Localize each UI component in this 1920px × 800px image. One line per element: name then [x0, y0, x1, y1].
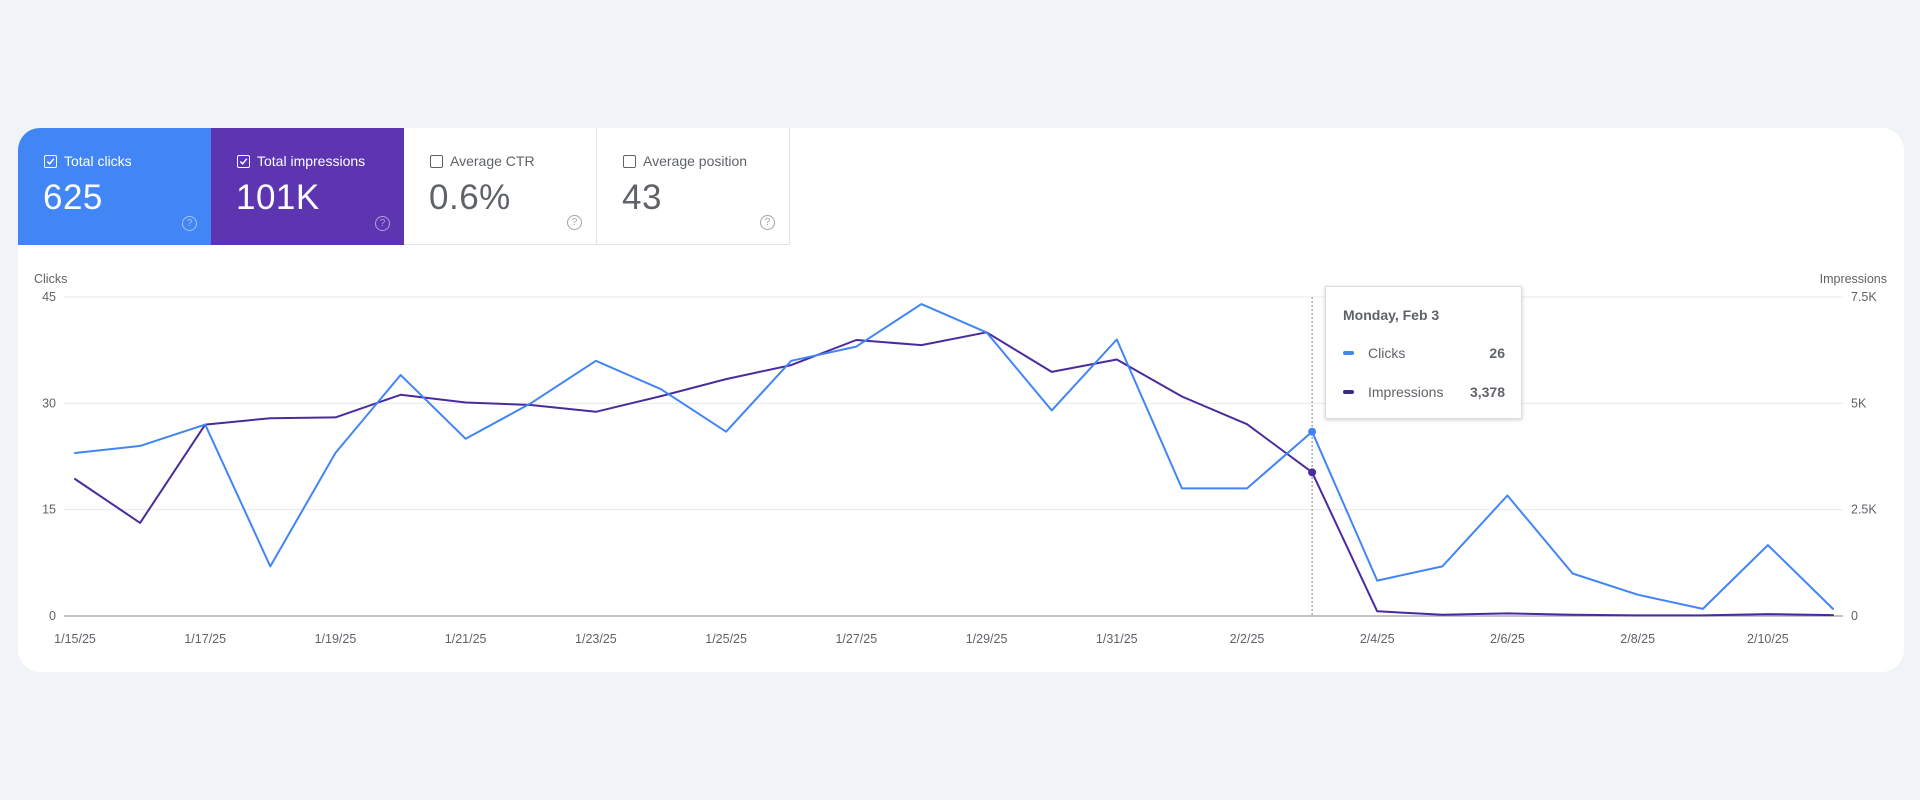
- x-tick-label: 1/31/25: [1096, 632, 1138, 646]
- y-axis-left: 0 15 30 45: [42, 290, 56, 623]
- x-tick-label: 2/8/25: [1620, 632, 1655, 646]
- x-tick-label: 2/2/25: [1230, 632, 1265, 646]
- tooltip-row-clicks: Clicks 26: [1343, 344, 1505, 362]
- tooltip-series-value: 3,378: [1469, 384, 1505, 400]
- hover-point-impressions: [1308, 468, 1317, 477]
- x-tick-label: 1/21/25: [445, 632, 487, 646]
- x-tick-label: 1/29/25: [966, 632, 1008, 646]
- tooltip-series-name: Clicks: [1368, 345, 1406, 361]
- x-tick-label: 1/19/25: [315, 632, 357, 646]
- tooltip-series-name: Impressions: [1368, 384, 1444, 400]
- x-tick-label: 1/27/25: [835, 632, 877, 646]
- x-tick-label: 1/23/25: [575, 632, 617, 646]
- x-tick-label: 1/17/25: [184, 632, 226, 646]
- y-tick-label-left: 15: [42, 503, 56, 517]
- tooltip-date: Monday, Feb 3: [1343, 307, 1440, 323]
- y-tick-label-left: 0: [49, 609, 56, 623]
- y-tick-label-left: 30: [42, 396, 56, 410]
- y-axis-right-title: Impressions: [1820, 272, 1887, 286]
- series-line-clicks: [74, 303, 1834, 610]
- y-axis-left-title: Clicks: [34, 272, 67, 286]
- hover-point-clicks: [1308, 427, 1317, 436]
- impressions-swatch-icon: [1343, 390, 1354, 394]
- x-tick-label: 1/15/25: [54, 632, 96, 646]
- grid-lines: [64, 296, 1843, 617]
- chart-tooltip: Monday, Feb 3 Clicks 26 Impressions 3,37…: [1325, 286, 1522, 419]
- x-tick-label: 2/10/25: [1747, 632, 1789, 646]
- x-axis: 1/15/25 1/17/25 1/19/25 1/21/25 1/23/25 1/25/…: [54, 632, 1789, 646]
- x-tick-label: 1/25/25: [705, 632, 747, 646]
- x-tick-label: 2/4/25: [1360, 632, 1395, 646]
- y-tick-label-left: 45: [42, 290, 56, 304]
- y-tick-label-right: 5K: [1851, 396, 1867, 410]
- tooltip-row-impressions: Impressions 3,378: [1343, 383, 1505, 401]
- tooltip-series-value: 26: [1489, 345, 1505, 361]
- y-axis-right: 0 2.5K 5K 7.5K: [1851, 290, 1877, 623]
- y-tick-label-right: 7.5K: [1851, 290, 1877, 304]
- y-tick-label-right: 2.5K: [1851, 503, 1877, 517]
- y-tick-label-right: 0: [1851, 609, 1858, 623]
- x-tick-label: 2/6/25: [1490, 632, 1525, 646]
- performance-chart[interactable]: 0 15 30 45 0 2.5K 5K 7.5K 1/15/25 1/17/25 1/19/2…: [0, 0, 1920, 800]
- clicks-swatch-icon: [1343, 351, 1354, 355]
- series-line-impressions: [74, 331, 1834, 617]
- series-lines: [74, 303, 1834, 617]
